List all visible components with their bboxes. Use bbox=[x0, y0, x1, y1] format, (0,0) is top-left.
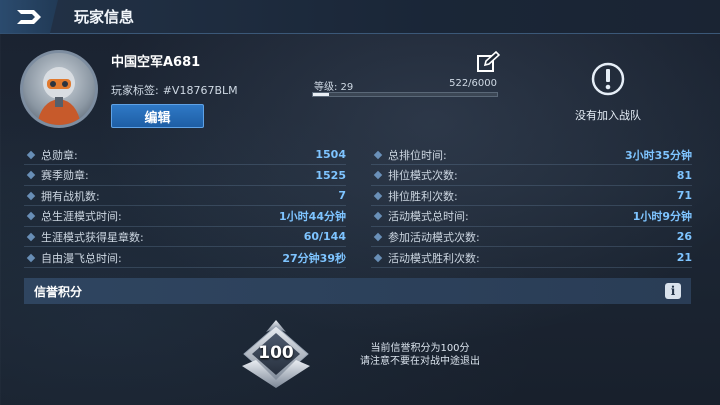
bullet-diamond-icon bbox=[373, 170, 383, 180]
bullet-diamond-icon bbox=[26, 232, 36, 242]
exclamation-alert-icon bbox=[591, 62, 625, 96]
stat-value: 27分钟39秒 bbox=[282, 251, 346, 265]
stat-row: 活动模式胜利次数: 21 bbox=[371, 248, 692, 268]
stat-row: 总勋章: 1504 bbox=[24, 145, 346, 165]
avatar bbox=[20, 50, 98, 128]
bullet-diamond-icon bbox=[26, 150, 36, 159]
stat-value: 1504 bbox=[315, 148, 346, 161]
top-bar: 玩家信息 bbox=[0, 0, 720, 34]
bullet-diamond-icon bbox=[373, 150, 383, 159]
stat-row: 活动模式总时间: 1小时9分钟 bbox=[371, 207, 692, 227]
edit-pencil-icon[interactable] bbox=[476, 51, 500, 73]
reputation-score: 100 bbox=[258, 343, 294, 363]
stat-value: 26 bbox=[676, 230, 692, 244]
bullet-diamond-icon bbox=[26, 253, 36, 262]
reputation-header: 信誉积分 i bbox=[24, 278, 691, 304]
stat-row: 参加活动模式次数: 26 bbox=[371, 227, 692, 248]
stat-label: 赛季勋章: bbox=[41, 169, 89, 183]
reputation-message: 当前信誉积分为100分 请注意不要在对战中途退出 bbox=[340, 342, 500, 368]
reputation-message-line1: 当前信誉积分为100分 bbox=[370, 343, 470, 354]
player-tag: 玩家标签: #V18767BLM bbox=[111, 82, 238, 98]
bullet-diamond-icon bbox=[26, 170, 36, 180]
team-status: 没有加入战队 bbox=[575, 109, 641, 122]
stat-row: 拥有战机数: 7 bbox=[24, 186, 346, 207]
stat-row: 排位胜利次数: 71 bbox=[371, 186, 692, 207]
stat-label: 排位胜利次数: bbox=[388, 189, 458, 203]
edit-button[interactable]: 编辑 bbox=[111, 104, 204, 128]
stat-row: 赛季勋章: 1525 bbox=[24, 166, 346, 186]
back-button[interactable] bbox=[0, 0, 58, 34]
stat-label: 参加活动模式次数: bbox=[388, 230, 480, 244]
back-arrow-logo-icon bbox=[17, 9, 41, 24]
bullet-diamond-icon bbox=[373, 212, 383, 221]
stat-label: 活动模式总时间: bbox=[388, 210, 469, 224]
stat-label: 活动模式胜利次数: bbox=[388, 251, 480, 265]
stat-label: 总排位时间: bbox=[388, 148, 447, 162]
reputation-title: 信誉积分 bbox=[34, 284, 83, 299]
reputation-message-line2: 请注意不要在对战中途退出 bbox=[360, 356, 480, 367]
exp-progress-bar bbox=[312, 92, 498, 97]
stat-row: 排位模式次数: 81 bbox=[371, 166, 692, 186]
stat-label: 自由漫飞总时间: bbox=[41, 251, 122, 265]
bullet-diamond-icon bbox=[373, 253, 383, 262]
exp-progress-fill bbox=[313, 93, 329, 96]
info-icon[interactable]: i bbox=[665, 283, 681, 299]
stat-label: 总勋章: bbox=[41, 148, 78, 162]
stat-value: 60/144 bbox=[303, 230, 346, 244]
bullet-diamond-icon bbox=[26, 191, 36, 200]
level-label: 等级: 29 bbox=[314, 82, 354, 93]
player-name: 中国空军A681 bbox=[111, 55, 201, 70]
bullet-diamond-icon bbox=[373, 191, 383, 200]
stat-value: 3小时35分钟 bbox=[625, 148, 692, 162]
stat-label: 总生涯模式时间: bbox=[41, 210, 122, 224]
stat-value: 1小时9分钟 bbox=[632, 210, 692, 224]
bullet-diamond-icon bbox=[373, 232, 383, 242]
stat-value: 81 bbox=[676, 168, 692, 182]
stat-value: 71 bbox=[676, 189, 692, 203]
stat-row: 自由漫飞总时间: 27分钟39秒 bbox=[24, 248, 346, 268]
stat-row: 总生涯模式时间: 1小时44分钟 bbox=[24, 207, 346, 227]
stat-value: 7 bbox=[338, 189, 346, 203]
stat-label: 拥有战机数: bbox=[41, 189, 100, 203]
player-tag-label: 玩家标签: bbox=[111, 84, 159, 97]
stat-row: 生涯模式获得星章数: 60/144 bbox=[24, 227, 346, 248]
player-tag-value: #V18767BLM bbox=[162, 84, 238, 97]
stat-value: 21 bbox=[676, 251, 692, 264]
exp-text: 522/6000 bbox=[449, 78, 497, 89]
page-title: 玩家信息 bbox=[74, 8, 135, 26]
bullet-diamond-icon bbox=[26, 212, 36, 221]
stat-row: 总排位时间: 3小时35分钟 bbox=[371, 145, 692, 165]
stat-value: 1525 bbox=[315, 168, 346, 182]
pilot-avatar-icon bbox=[37, 67, 81, 125]
stat-label: 生涯模式获得星章数: bbox=[41, 230, 144, 244]
stat-label: 排位模式次数: bbox=[388, 169, 458, 183]
stat-value: 1小时44分钟 bbox=[279, 210, 346, 224]
